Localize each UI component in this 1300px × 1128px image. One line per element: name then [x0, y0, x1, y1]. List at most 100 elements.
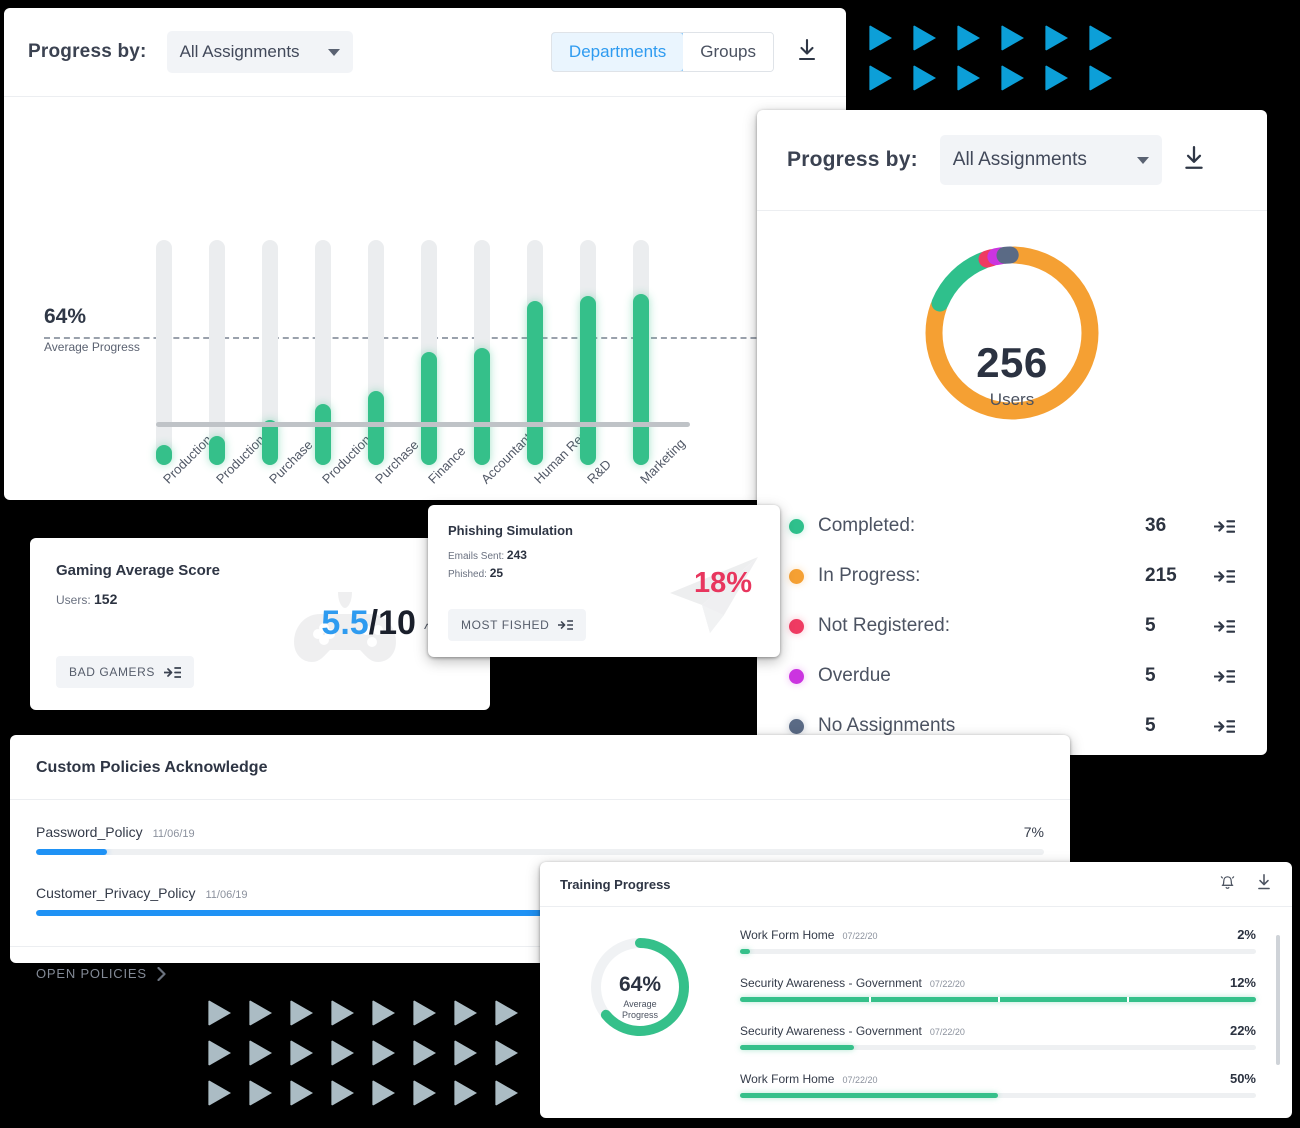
training-row[interactable]: Work Form Home 07/22/20 2% [740, 927, 1256, 954]
play-triangle-icon [413, 1040, 436, 1066]
training-name: Security Awareness - Government [740, 976, 922, 990]
open-list-icon[interactable] [1201, 519, 1235, 534]
play-triangle-icon [249, 1040, 272, 1066]
policy-row[interactable]: Password_Policy 11/06/19 7% [36, 824, 1044, 855]
training-progress-track [740, 1045, 1256, 1050]
assignment-select[interactable]: All Assignments [166, 31, 353, 73]
legend-row[interactable]: In Progress: 215 [789, 551, 1235, 601]
play-triangle-icon [1089, 25, 1112, 51]
play-triangle-icon [454, 1080, 477, 1106]
legend-color-dot [789, 568, 804, 584]
training-row[interactable]: Work Form Home 07/22/20 50% [740, 1071, 1256, 1098]
play-triangle-icon [869, 25, 892, 51]
open-list-icon[interactable] [1201, 619, 1235, 634]
view-toggle-group[interactable]: Departments Groups [550, 32, 774, 72]
bar-column[interactable]: Finance [421, 97, 468, 487]
training-date: 07/22/20 [842, 1075, 878, 1085]
play-triangle-icon [495, 1000, 518, 1026]
most-fished-label: MOST FISHED [461, 618, 550, 632]
training-progress-title: Training Progress [560, 876, 671, 892]
bar-track [368, 240, 384, 465]
training-progress-track [740, 949, 1256, 954]
open-list-icon[interactable] [1201, 569, 1235, 584]
legend-row[interactable]: Overdue 5 [789, 651, 1235, 701]
chevron-right-icon [157, 966, 166, 981]
training-name: Work Form Home [740, 928, 835, 942]
play-triangle-icon [249, 1080, 272, 1106]
bar-fill [315, 404, 331, 465]
users-assignment-select[interactable]: All Assignments [939, 135, 1162, 185]
bar-column[interactable]: Marketing [633, 97, 688, 487]
phishing-phished-label: Phished: [448, 569, 487, 580]
legend-value: 5 [1145, 615, 1156, 636]
chart-x-axis-scrollbar[interactable] [156, 422, 690, 427]
bar-fill [368, 391, 384, 465]
bar-column[interactable]: Production [315, 97, 374, 487]
bar-track [527, 240, 543, 465]
bar-track [580, 240, 596, 465]
play-triangle-icon [290, 1080, 313, 1106]
open-list-icon[interactable] [1201, 719, 1235, 734]
bar-column[interactable]: Purchase [262, 97, 315, 487]
open-list-icon [164, 666, 182, 678]
bar-fill [527, 301, 543, 465]
legend-row[interactable]: Not Registered: 5 [789, 601, 1235, 651]
bar-fill [474, 348, 490, 465]
bar-column[interactable]: Purchase [368, 97, 421, 487]
bar-column[interactable]: Accountant [474, 97, 535, 487]
tab-departments[interactable]: Departments [551, 33, 685, 71]
play-triangle-icon [913, 25, 936, 51]
users-assignment-select-value: All Assignments [952, 149, 1087, 170]
training-average-donut: 64% Average Progress [540, 921, 740, 1119]
bar-column[interactable]: Human Res. [527, 97, 593, 487]
play-triangle-icon [869, 65, 892, 91]
bar-column[interactable]: R&D [580, 97, 614, 487]
training-list: Work Form Home 07/22/20 2% Security Awarene… [740, 921, 1292, 1119]
download-icon[interactable] [1182, 145, 1206, 176]
progress-segment-divider [1127, 997, 1129, 1002]
legend-color-dot [789, 718, 804, 734]
training-list-scrollbar[interactable] [1276, 935, 1280, 1065]
gaming-score-total: /10 [368, 604, 416, 642]
training-name: Security Awareness - Government [740, 1024, 922, 1038]
users-donut-chart: 256 Users [757, 211, 1267, 501]
open-policies-button[interactable]: OPEN POLICIES [36, 966, 166, 981]
bar-fill [580, 296, 596, 465]
play-triangle-icon [208, 1000, 231, 1026]
bar-chart: 64% Average Progress Production Productio… [4, 97, 846, 500]
training-row[interactable]: Security Awareness - Government 07/22/20 1… [740, 975, 1256, 1002]
training-row[interactable]: Security Awareness - Government 07/22/20 2… [740, 1023, 1256, 1050]
play-triangle-icon [495, 1040, 518, 1066]
policy-name: Customer_Privacy_Policy [36, 885, 196, 901]
chevron-down-icon [1136, 156, 1149, 164]
bad-gamers-button[interactable]: BAD GAMERS [56, 656, 195, 688]
dashboard-composite: Progress by: All Assignments Departments… [0, 0, 1300, 1128]
legend-label: No Assignments [818, 715, 956, 736]
custom-policies-title: Custom Policies Acknowledge [36, 759, 268, 776]
tab-groups[interactable]: Groups [683, 33, 773, 71]
policy-percent: 7% [1023, 824, 1044, 840]
play-triangle-icon [290, 1040, 313, 1066]
open-list-icon[interactable] [1201, 669, 1235, 684]
download-icon[interactable] [796, 38, 818, 67]
policy-name: Password_Policy [36, 824, 143, 840]
bar-series: Production Production Purchase Production Pu… [156, 97, 688, 487]
legend-value: 215 [1145, 565, 1177, 586]
bar-column[interactable]: Production [209, 97, 268, 487]
most-fished-button[interactable]: MOST FISHED [448, 609, 587, 641]
decorative-pattern-top [866, 25, 1130, 105]
legend-label: Completed: [818, 515, 916, 536]
bell-icon[interactable] [1219, 873, 1236, 896]
bar-track [262, 240, 278, 465]
training-date: 07/22/20 [842, 931, 878, 941]
legend-label: In Progress: [818, 565, 921, 586]
download-icon[interactable] [1256, 873, 1272, 896]
legend-value: 36 [1145, 515, 1167, 536]
donut-total-unit: Users [989, 390, 1035, 409]
play-triangle-icon [1089, 65, 1112, 91]
gaming-users-value: 152 [94, 591, 118, 607]
average-progress-value: 64% [44, 305, 87, 328]
legend-row[interactable]: Completed: 36 [789, 501, 1235, 551]
decorative-pattern-bottom [205, 1000, 533, 1120]
bar-column[interactable]: Production [156, 97, 215, 487]
